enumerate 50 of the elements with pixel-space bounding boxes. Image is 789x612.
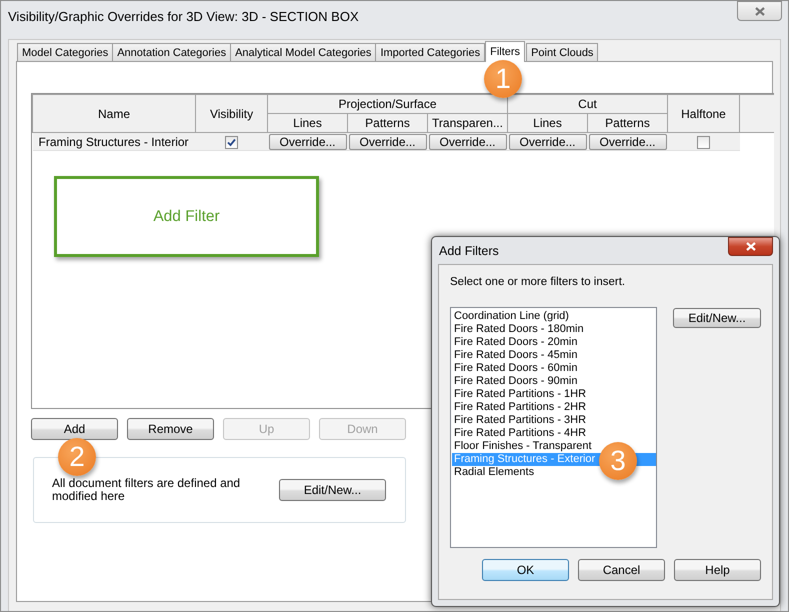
column-header: Halftone — [668, 94, 740, 132]
column-header: Visibility — [196, 94, 268, 132]
list-item[interactable]: Fire Rated Partitions - 1HR — [452, 388, 656, 401]
info-text: All document filters are defined and modified here — [52, 477, 242, 503]
button[interactable]: Cancel — [578, 559, 665, 581]
button[interactable]: Help — [674, 559, 761, 581]
checkbox[interactable] — [225, 136, 238, 149]
override-button[interactable]: Override... — [588, 134, 666, 150]
column-header: Patterns — [588, 114, 668, 132]
tab[interactable]: Annotation Categories — [112, 43, 232, 61]
edit-new-button[interactable]: Edit/New... — [279, 479, 386, 501]
override-button[interactable]: Override... — [348, 134, 426, 150]
list-item[interactable]: Fire Rated Doors - 45min — [452, 349, 656, 362]
column-header: Cut — [508, 94, 668, 114]
close-icon — [754, 6, 764, 16]
list-item[interactable]: Fire Rated Partitions - 2HR — [452, 401, 656, 414]
table-cell: Framing Structures - Interior — [32, 132, 196, 150]
list-item[interactable]: Coordination Line (grid) — [452, 310, 656, 323]
prompt-text: Select one or more filters to insert. — [450, 276, 626, 290]
edit-new-button[interactable]: Edit/New... — [673, 308, 761, 328]
checkbox[interactable] — [697, 136, 710, 149]
list-item[interactable]: Fire Rated Partitions - 4HR — [452, 427, 656, 440]
list-item[interactable]: Fire Rated Doors - 180min — [452, 323, 656, 336]
override-button[interactable]: Override... — [268, 134, 346, 150]
close-button[interactable] — [728, 237, 773, 256]
window-title: Visibility/Graphic Overrides for 3D View: 3D - SECTION BOX — [8, 8, 360, 24]
tab[interactable]: Model Categories — [17, 43, 114, 61]
button[interactable]: Remove — [127, 418, 214, 440]
column-header: Projection/Surface — [268, 94, 508, 114]
annotation-label: Add Filter — [153, 208, 220, 226]
dialog-title: Add Filters — [439, 244, 500, 258]
list-item[interactable]: Fire Rated Doors - 90min — [452, 375, 656, 388]
list-item[interactable]: Fire Rated Doors - 60min — [452, 362, 656, 375]
close-icon — [746, 242, 756, 251]
override-button[interactable]: Override... — [508, 134, 586, 150]
tab[interactable]: Point Clouds — [526, 43, 598, 61]
tab[interactable]: Imported Categories — [375, 43, 486, 61]
tab[interactable]: Filters — [485, 41, 526, 62]
tab[interactable]: Analytical Model Categories — [230, 43, 376, 61]
override-button[interactable]: Override... — [428, 134, 506, 150]
column-header: Lines — [508, 114, 588, 132]
close-button[interactable] — [737, 1, 782, 21]
list-item[interactable]: Fire Rated Partitions - 3HR — [452, 414, 656, 427]
column-header: Patterns — [348, 114, 428, 132]
column-header: Transparen... — [428, 114, 508, 132]
column-header: Name — [32, 94, 196, 132]
button[interactable]: Add — [31, 418, 118, 440]
column-header: Lines — [268, 114, 348, 132]
button[interactable]: OK — [482, 559, 569, 581]
list-item[interactable]: Fire Rated Doors - 20min — [452, 336, 656, 349]
